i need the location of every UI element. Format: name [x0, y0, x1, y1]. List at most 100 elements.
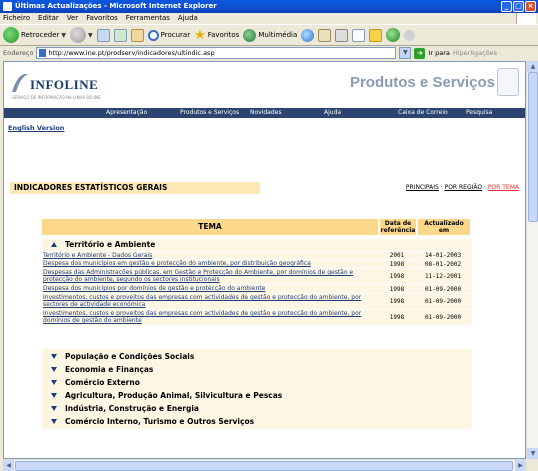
chevron-down-icon: ▼	[61, 31, 67, 39]
table-row[interactable]: Despesa dos municípios em gestão e prote…	[42, 260, 472, 269]
print-icon[interactable]	[335, 28, 349, 42]
group-title: Indústria, Construção e Energia	[65, 404, 199, 413]
expand-triangle-icon[interactable]	[51, 367, 57, 372]
col-header-line: referência	[380, 227, 416, 234]
group-populacao[interactable]: População e Condições Sociais	[42, 351, 472, 362]
media-icon	[243, 28, 257, 42]
forward-arrow-icon	[70, 27, 87, 43]
group-agricultura[interactable]: Agricultura, Produção Animal, Silvicultu…	[42, 390, 472, 401]
link-por-regiao[interactable]: POR REGIÃO	[445, 184, 483, 191]
back-arrow-icon	[3, 27, 19, 43]
scroll-thumb[interactable]	[528, 72, 538, 222]
nav-caixa-correio[interactable]: Caixa de Correio	[398, 108, 448, 118]
history-icon[interactable]	[301, 28, 315, 42]
extra-icon[interactable]	[404, 29, 416, 41]
multimedia-button[interactable]: Multimédia	[243, 28, 298, 42]
address-input[interactable]: http://www.ine.pt/prodserv/indicadores/u…	[36, 47, 397, 59]
favorites-label: Favoritos	[207, 31, 240, 39]
table-row[interactable]: Investimentos, custos e proveitos das em…	[42, 294, 472, 310]
group-comercio-interno[interactable]: Comércio Interno, Turismo e Outros Servi…	[42, 416, 472, 427]
forward-button[interactable]: ▼	[70, 27, 93, 43]
edit-icon[interactable]	[352, 28, 366, 42]
star-icon: ★	[194, 27, 206, 43]
collapsed-groups: População e Condições Sociais Economia e…	[42, 349, 472, 429]
folder-icon[interactable]	[369, 28, 383, 42]
group-title: Comércio Interno, Turismo e Outros Servi…	[65, 417, 255, 426]
nav-apresentacao[interactable]: Apresentação	[106, 108, 147, 118]
favorites-button[interactable]: ★ Favoritos	[194, 29, 239, 42]
expand-triangle-icon[interactable]	[51, 419, 57, 424]
toolbar: Retroceder ▼ ▼ Procurar ★ Favoritos Mult…	[0, 24, 538, 46]
group-industria[interactable]: Indústria, Construção e Energia	[42, 403, 472, 414]
table-row[interactable]: Despesa dos municípios por domínios de g…	[42, 285, 472, 294]
home-icon[interactable]	[130, 28, 144, 42]
expand-triangle-icon[interactable]	[51, 380, 57, 385]
address-label: Endereço	[3, 49, 34, 57]
menu-ficheiro[interactable]: Ficheiro	[3, 13, 30, 24]
nav-pesquisa[interactable]: Pesquisa	[466, 108, 492, 118]
group-comercio-externo[interactable]: Comércio Externo	[42, 377, 472, 388]
row-name[interactable]: Despesa dos municípios em gestão e prote…	[42, 260, 378, 268]
link-por-tema[interactable]: POR TEMA	[488, 184, 519, 191]
back-label: Retroceder	[21, 31, 60, 39]
row-name[interactable]: Despesas das Administrações públicas, em…	[42, 269, 378, 284]
ie-icon	[3, 2, 12, 11]
group-title: Comércio Externo	[65, 378, 140, 387]
scroll-up-icon[interactable]: ▲	[527, 61, 538, 72]
logo-text: INFOLINE	[30, 77, 99, 92]
stop-icon[interactable]	[96, 28, 110, 42]
group-territorio[interactable]: Território e Ambiente	[42, 239, 472, 251]
scroll-thumb[interactable]	[15, 461, 513, 471]
nav-novidades[interactable]: Novidades	[250, 108, 282, 118]
menubar: Ficheiro Editar Ver Favoritos Ferramenta…	[0, 13, 538, 24]
multimedia-label: Multimédia	[258, 31, 298, 39]
scroll-right-icon[interactable]: ▶	[515, 460, 526, 471]
address-url: http://www.ine.pt/prodserv/indicadores/u…	[48, 49, 215, 57]
minimize-button[interactable]: _	[501, 1, 512, 12]
nav-ajuda[interactable]: Ajuda	[324, 108, 341, 118]
row-name[interactable]: Investimentos, custos e proveitos das em…	[42, 310, 378, 325]
windows-logo-icon	[516, 13, 536, 24]
monitor-graphic-icon	[497, 68, 519, 96]
mail-icon[interactable]	[318, 28, 332, 42]
maximize-button[interactable]: □	[513, 1, 524, 12]
english-version-link[interactable]: English Version	[8, 124, 64, 132]
infoline-logo[interactable]: INFOLINE SERVIÇO DE INFORMAÇÃO NA LINHA …	[8, 68, 113, 100]
go-label[interactable]: Ir para	[428, 49, 449, 57]
col-header-data-referencia: Data de referência	[380, 219, 416, 235]
menu-editar[interactable]: Editar	[38, 13, 59, 24]
scroll-left-icon[interactable]: ◀	[3, 460, 14, 471]
links-label[interactable]: Hiperligações	[453, 49, 497, 57]
collapse-triangle-icon[interactable]	[51, 242, 57, 247]
menu-ajuda[interactable]: Ajuda	[178, 13, 198, 24]
table-row[interactable]: Investimentos, custos e proveitos das em…	[42, 310, 472, 326]
menu-ver[interactable]: Ver	[67, 13, 78, 24]
menu-favoritos[interactable]: Favoritos	[86, 13, 118, 24]
messenger-icon[interactable]	[386, 28, 401, 42]
col-header-line: Actualizado	[424, 220, 464, 227]
table-row[interactable]: Despesas das Administrações públicas, em…	[42, 269, 472, 285]
address-dropdown-button[interactable]: ▼	[399, 47, 412, 59]
row-name[interactable]: Território e Ambiente - Dados Gerais	[42, 252, 378, 259]
scroll-down-icon[interactable]: ▼	[527, 448, 538, 459]
row-data: 2001	[389, 252, 405, 259]
refresh-icon[interactable]	[113, 28, 127, 42]
table-row[interactable]: Território e Ambiente - Dados Gerais 200…	[42, 252, 472, 260]
horizontal-scrollbar[interactable]: ◀ ▶	[3, 459, 526, 471]
row-name[interactable]: Despesa dos municípios por domínios de g…	[42, 285, 378, 293]
close-button[interactable]: ×	[525, 1, 536, 12]
expand-triangle-icon[interactable]	[51, 393, 57, 398]
group-economia[interactable]: Economia e Finanças	[42, 364, 472, 375]
back-button[interactable]: Retroceder ▼	[3, 27, 66, 43]
go-arrow-icon[interactable]: ➜	[414, 47, 426, 59]
expand-triangle-icon[interactable]	[51, 354, 57, 359]
search-button[interactable]: Procurar	[147, 29, 190, 41]
expand-triangle-icon[interactable]	[51, 406, 57, 411]
nav-produtos-servicos[interactable]: Produtos e Serviços	[180, 108, 239, 118]
vertical-scrollbar[interactable]: ▲ ▼	[526, 61, 538, 459]
site-header: INFOLINE SERVIÇO DE INFORMAÇÃO NA LINHA …	[4, 62, 525, 108]
row-name[interactable]: Investimentos, custos e proveitos das em…	[42, 294, 378, 309]
row-atual: 11-12-2001	[424, 273, 462, 280]
link-principais[interactable]: PRINCIPAIS	[406, 184, 439, 191]
menu-ferramentas[interactable]: Ferramentas	[126, 13, 170, 24]
